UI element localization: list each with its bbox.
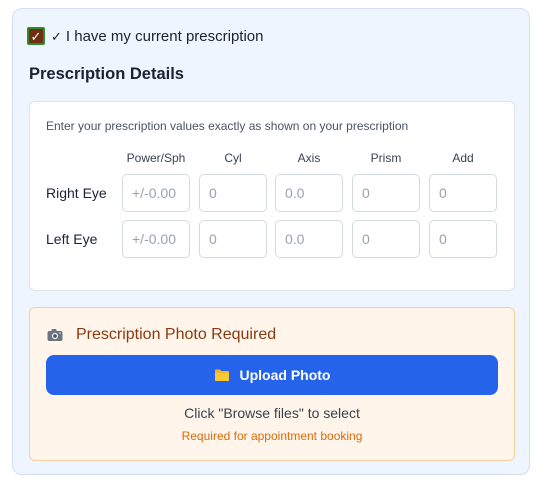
- browse-files-hint: Click "Browse files" to select: [184, 405, 360, 421]
- right-eye-cyl-input[interactable]: [199, 174, 267, 212]
- upload-photo-button[interactable]: Upload Photo: [46, 355, 498, 395]
- checkbox-label-text: I have my current prescription: [65, 27, 264, 45]
- photo-required-title: Prescription Photo Required: [76, 326, 277, 343]
- prescription-checkbox-row[interactable]: ✓ ✓ I have my current prescription: [27, 25, 263, 47]
- prescription-checkbox-label[interactable]: ✓ I have my current prescription: [51, 28, 263, 45]
- upload-photo-label: Upload Photo: [239, 367, 331, 383]
- left-eye-cyl-input[interactable]: [199, 220, 267, 258]
- left-eye-prism-input[interactable]: [352, 220, 420, 258]
- right-eye-axis-input[interactable]: [275, 174, 343, 212]
- prescription-panel: ✓ ✓ I have my current prescription Prescr…: [12, 8, 530, 475]
- prescription-instructions: Enter your prescription values exactly a…: [46, 119, 409, 133]
- prescription-checkbox[interactable]: ✓: [27, 27, 45, 45]
- column-header-cyl: Cyl: [224, 151, 242, 165]
- left-eye-add-input[interactable]: [429, 220, 497, 258]
- required-note: Required for appointment booking: [181, 429, 363, 443]
- right-eye-power-sph-input[interactable]: [122, 174, 190, 212]
- row-label-left-eye: Left Eye: [46, 231, 98, 247]
- checkmark-icon: ✓: [30, 28, 42, 44]
- folder-icon: [214, 368, 230, 382]
- camera-icon: [46, 326, 64, 344]
- right-eye-prism-input[interactable]: [352, 174, 420, 212]
- column-header-prism: Prism: [370, 151, 402, 165]
- section-title: Prescription Details: [29, 65, 184, 83]
- column-header-axis: Axis: [297, 151, 321, 165]
- check-glyph: ✓: [51, 28, 62, 44]
- left-eye-power-sph-input[interactable]: [122, 220, 190, 258]
- column-header-power-sph: Power/Sph: [126, 151, 186, 165]
- prescription-card: Enter your prescription values exactly a…: [29, 101, 515, 291]
- right-eye-add-input[interactable]: [429, 174, 497, 212]
- row-label-right-eye: Right Eye: [46, 185, 107, 201]
- photo-title-row: Prescription Photo Required: [46, 326, 276, 344]
- prescription-photo-section: Prescription Photo Required Upload Photo…: [29, 307, 515, 461]
- column-header-add: Add: [452, 151, 474, 165]
- left-eye-axis-input[interactable]: [275, 220, 343, 258]
